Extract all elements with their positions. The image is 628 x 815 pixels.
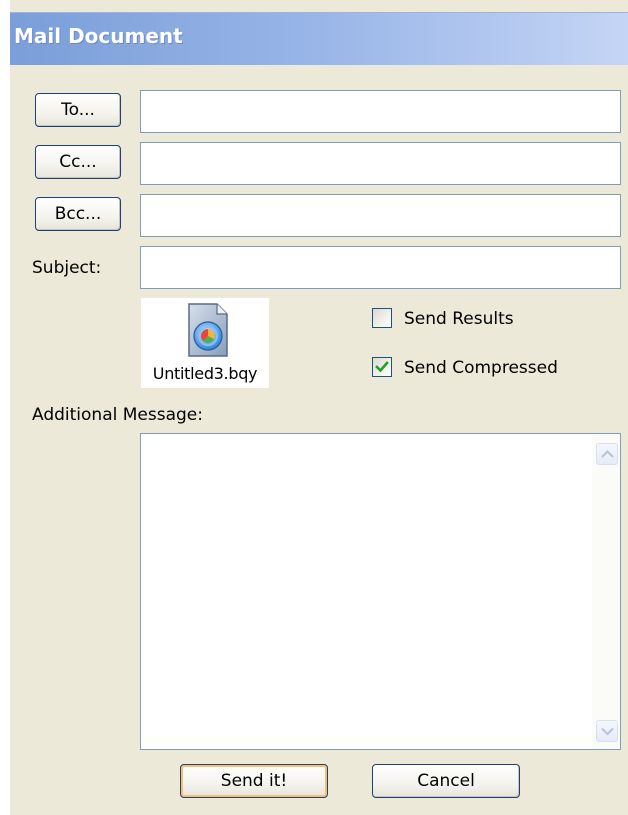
additional-message-textarea[interactable] — [140, 433, 621, 750]
scroll-down-button[interactable] — [596, 720, 618, 742]
window-title: Mail Document — [14, 24, 183, 48]
additional-message-label: Additional Message: — [32, 405, 203, 425]
cancel-button[interactable]: Cancel — [372, 764, 520, 798]
vertical-scrollbar[interactable] — [592, 434, 620, 749]
cc-button[interactable]: Cc... — [35, 145, 121, 179]
attachment[interactable]: Untitled3.bqy — [141, 298, 269, 388]
attachment-filename: Untitled3.bqy — [152, 364, 258, 383]
bcc-field[interactable] — [140, 194, 621, 237]
cc-field[interactable] — [140, 142, 621, 185]
send-compressed-label: Send Compressed — [404, 358, 558, 378]
to-field[interactable] — [140, 90, 621, 133]
send-results-label: Send Results — [404, 309, 514, 329]
chevron-down-icon — [601, 727, 614, 736]
bcc-button[interactable]: Bcc... — [35, 197, 121, 231]
title-bar[interactable]: Mail Document — [10, 12, 628, 65]
send-results-checkbox[interactable] — [372, 308, 392, 328]
send-compressed-checkbox[interactable] — [372, 357, 392, 377]
to-button[interactable]: To... — [35, 93, 121, 127]
subject-field[interactable] — [140, 246, 621, 289]
subject-label: Subject: — [32, 258, 102, 278]
scroll-up-button[interactable] — [596, 443, 618, 465]
chevron-up-icon — [601, 450, 614, 458]
checkmark-icon — [375, 361, 389, 373]
send-button[interactable]: Send it! — [180, 764, 328, 798]
mail-document-dialog: Mail Document To... Cc... Bcc... Subject… — [10, 0, 628, 815]
bqy-document-icon — [183, 300, 229, 363]
